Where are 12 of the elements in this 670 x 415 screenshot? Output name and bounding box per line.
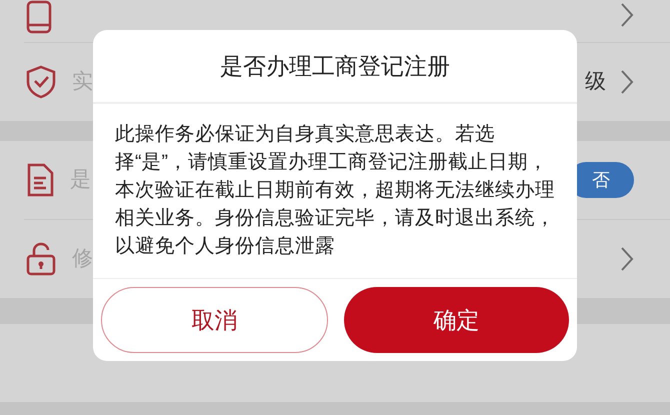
document-icon — [26, 163, 54, 197]
lock-icon — [26, 242, 56, 276]
chevron-right-icon — [620, 69, 634, 95]
cancel-button[interactable]: 取消 — [101, 287, 328, 353]
confirm-button[interactable]: 确定 — [344, 287, 569, 353]
chevron-right-icon — [620, 246, 634, 272]
shield-check-icon — [26, 65, 56, 99]
row-value: 级 — [585, 69, 606, 96]
phone-icon — [26, 0, 52, 34]
dialog-message: 此操作务必保证为自身真实意思表达。若选择“是”，请慎重设置办理工商登记注册截止日期，本次验证在截止日期前有效，超期将无法继续办理相关业务。身份信息验证完毕，请及时退出系统，以避免个人身份信息泄露 — [114, 122, 556, 259]
chevron-right-icon — [620, 2, 634, 28]
dialog-title: 是否办理工商登记注册 — [219, 52, 451, 81]
